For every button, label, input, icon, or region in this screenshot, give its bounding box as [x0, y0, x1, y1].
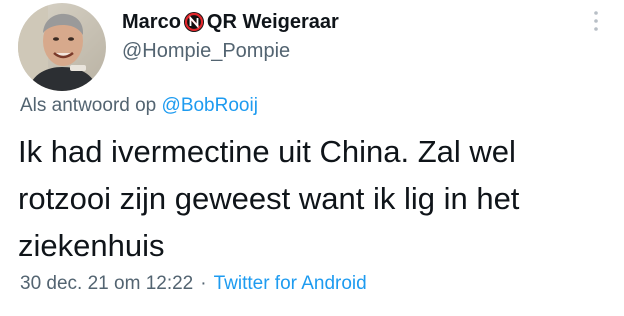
no-entry-n-emoji-icon — [183, 11, 205, 33]
user-handle[interactable]: @Hompie_Pompie — [122, 40, 290, 63]
meta-separator: · — [200, 273, 207, 294]
more-dots-icon — [594, 11, 598, 31]
avatar[interactable] — [18, 3, 106, 91]
reply-context: Als antwoord op @BobRooij — [20, 95, 258, 117]
reply-prefix: Als antwoord op — [20, 95, 157, 116]
tweet-source-link[interactable]: Twitter for Android — [214, 273, 367, 295]
avatar-photo — [18, 3, 106, 91]
display-name-rest: QR Weigeraar — [206, 10, 339, 33]
tweet-text: Ik had ivermectine uit China. Zal wel ro… — [18, 134, 520, 263]
display-name[interactable]: Marco QR Weigeraar — [122, 7, 339, 37]
more-options-button[interactable] — [586, 6, 606, 36]
reply-mention-link[interactable]: @BobRooij — [162, 95, 258, 116]
tweet-meta: 30 dec. 21 om 12:22 · Twitter for Androi… — [20, 273, 367, 295]
tweet-card: Marco QR Weigeraar @Hompie_Pompie Als an… — [0, 0, 624, 316]
tweet-timestamp[interactable]: 30 dec. 21 om 12:22 — [20, 273, 193, 295]
display-name-first: Marco — [122, 10, 181, 33]
